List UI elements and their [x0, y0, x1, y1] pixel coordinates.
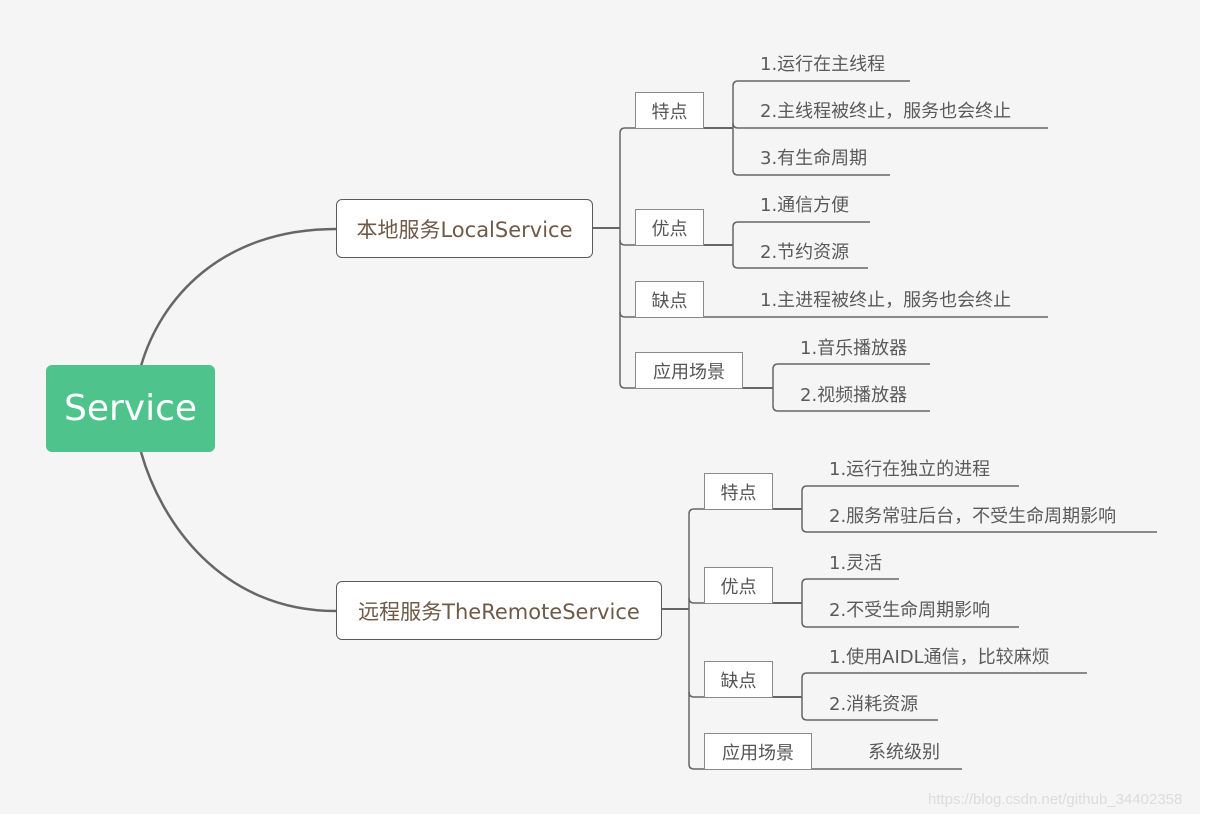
- leaf-remote-disadvantage-2[interactable]: 2.消耗资源: [829, 694, 918, 716]
- remote-trunk-arm-0: [688, 597, 695, 604]
- category-remote-advantages[interactable]: 优点: [704, 567, 773, 604]
- leaf-local-feature-2[interactable]: 2.主线程被终止，服务也会终止: [760, 101, 1011, 123]
- root-node-service[interactable]: Service: [46, 365, 215, 452]
- leaf-remote-disadvantage-1[interactable]: 1.使用AIDL通信，比较麻烦: [829, 647, 1050, 669]
- local-use-trunk: [772, 363, 779, 412]
- local-adv-trunk: [732, 221, 739, 269]
- remote-adv-trunk: [801, 578, 808, 628]
- watermark: https://blog.csdn.net/github_34402358: [928, 791, 1183, 808]
- leaf-local-advantage-2[interactable]: 2.节约资源: [760, 242, 849, 264]
- leaf-remote-feature-1[interactable]: 1.运行在独立的进程: [829, 459, 990, 481]
- leaf-local-advantage-1[interactable]: 1.通信方便: [760, 195, 849, 217]
- local-trunk-arm-0: [619, 239, 626, 246]
- category-local-advantages[interactable]: 优点: [635, 209, 704, 246]
- category-remote-features[interactable]: 特点: [704, 473, 773, 510]
- branch-node-local-service[interactable]: 本地服务LocalService: [336, 199, 593, 258]
- leaf-local-disadvantage-1[interactable]: 1.主进程被终止，服务也会终止: [760, 290, 1011, 312]
- leaf-local-feature-3[interactable]: 3.有生命周期: [760, 148, 867, 170]
- remote-features-trunk: [801, 485, 808, 533]
- root-to-remote-curve: [139, 451, 337, 613]
- remote-trunk-arm-1: [688, 691, 695, 698]
- local-trunk-arm-1: [619, 311, 626, 318]
- remote-trunk-trunk: [688, 508, 695, 770]
- category-local-features[interactable]: 特点: [635, 92, 704, 129]
- leaf-remote-feature-2[interactable]: 2.服务常驻后台，不受生命周期影响: [829, 506, 1116, 528]
- leaf-remote-advantage-2[interactable]: 2.不受生命周期影响: [829, 600, 990, 622]
- leaf-local-feature-1[interactable]: 1.运行在主线程: [760, 54, 885, 76]
- local-features-arm-0: [732, 122, 739, 129]
- leaf-remote-use-case-1[interactable]: 系统级别: [868, 742, 940, 764]
- remote-dis-trunk: [801, 672, 808, 721]
- category-remote-use-cases[interactable]: 应用场景: [704, 733, 812, 770]
- category-remote-disadvantages[interactable]: 缺点: [704, 661, 773, 698]
- branch-node-remote-service[interactable]: 远程服务TheRemoteService: [336, 581, 662, 640]
- root-to-local-curve: [139, 227, 337, 367]
- leaf-remote-advantage-1[interactable]: 1.灵活: [829, 553, 882, 575]
- category-local-disadvantages[interactable]: 缺点: [635, 281, 704, 318]
- category-local-use-cases[interactable]: 应用场景: [635, 352, 743, 389]
- leaf-local-use-case-2[interactable]: 2.视频播放器: [800, 385, 907, 407]
- leaf-local-use-case-1[interactable]: 1.音乐播放器: [800, 338, 907, 360]
- local-trunk-trunk: [619, 127, 626, 389]
